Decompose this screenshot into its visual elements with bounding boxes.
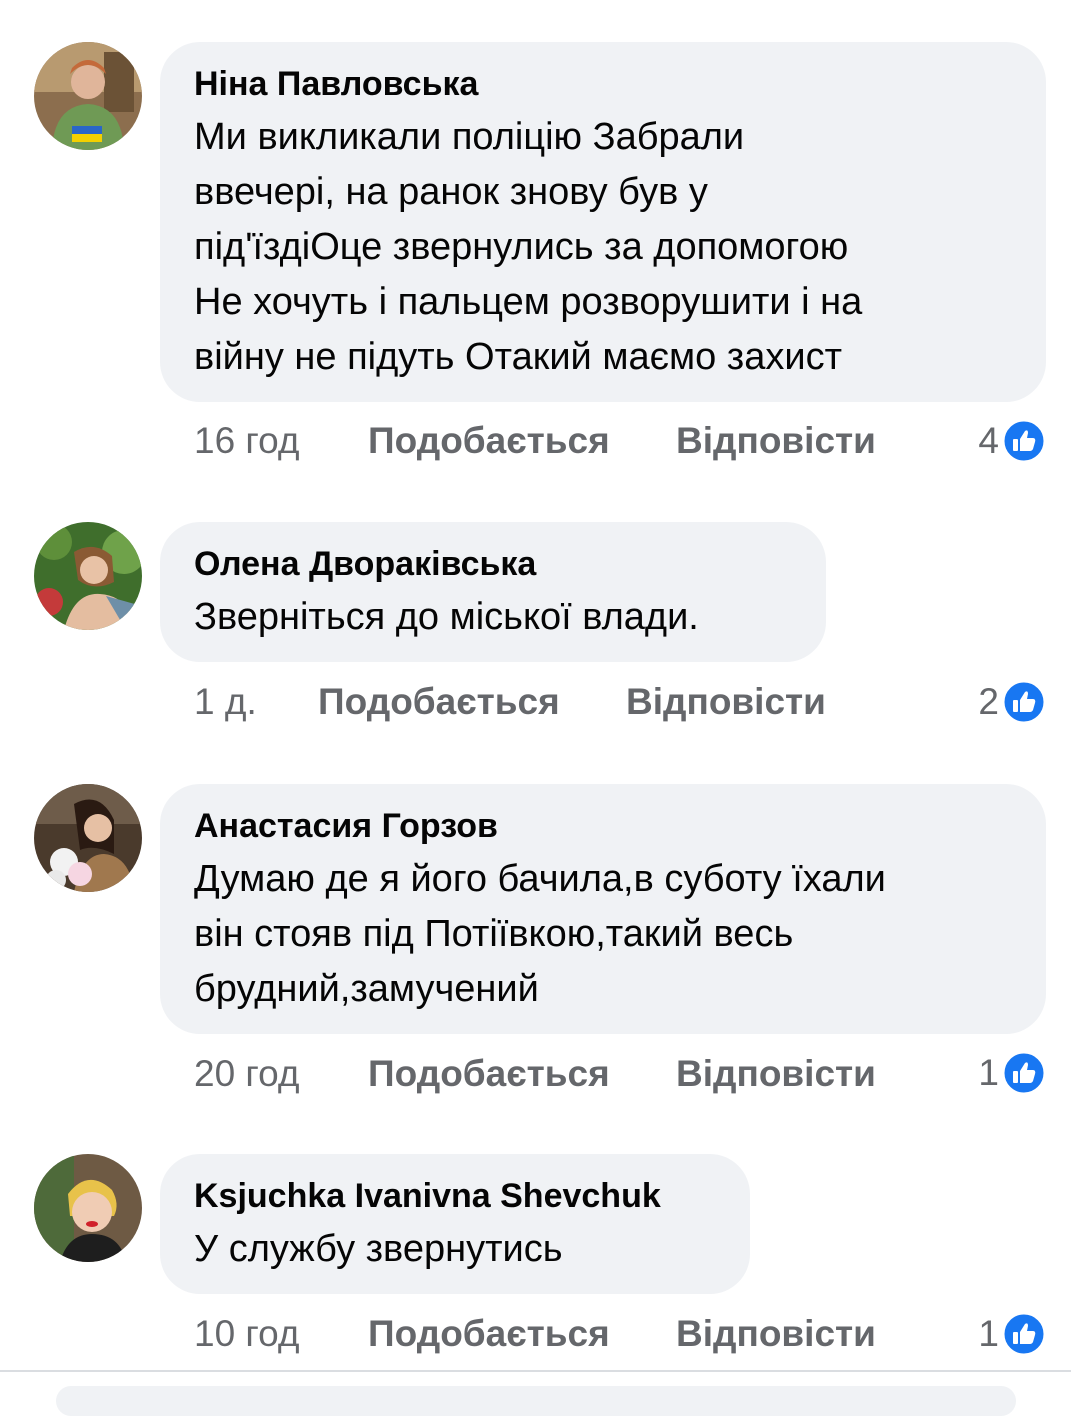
comment-text-line: війну не підуть Отакий маємо захист <box>194 336 842 378</box>
comment-text-line: брудний,замучений <box>194 968 539 1010</box>
comment-text-line: Ми викликали поліцію Забрали <box>194 116 745 158</box>
comment-text-line: У службу звернутись <box>194 1228 563 1270</box>
reaction-summary[interactable]: 1 <box>978 1311 1047 1357</box>
comment-text-line: ввечері, на ранок знову був у <box>194 171 708 213</box>
comment-timestamp[interactable]: 16 год <box>194 420 368 462</box>
comment-input-edge[interactable] <box>56 1386 1016 1416</box>
comment-text-line: Не хочуть і пальцем розворушити і на <box>194 281 863 323</box>
comment-bubble: Ksjuchka Ivanivna Shevchuk У службу звер… <box>160 1154 750 1294</box>
reaction-summary[interactable]: 4 <box>978 418 1047 464</box>
avatar[interactable] <box>34 1154 142 1262</box>
reaction-summary[interactable]: 2 <box>978 679 1047 725</box>
comment-bubble: Анастасия Горзов Думаю де я його бачила,… <box>160 784 1046 1034</box>
like-button[interactable]: Подобається <box>368 1053 676 1095</box>
comment-text: У службу звернутись <box>194 1222 716 1277</box>
comment-actions: 1 д. Подобається Відповісти <box>194 681 826 723</box>
comment-bubble: Ніна Павловська Ми викликали поліцію Заб… <box>160 42 1046 402</box>
comment-timestamp[interactable]: 20 год <box>194 1053 368 1095</box>
comment-author[interactable]: Олена Дворaківська <box>194 542 792 586</box>
reaction-count: 2 <box>978 681 999 722</box>
like-icon <box>1001 418 1047 464</box>
like-icon <box>1001 1311 1047 1357</box>
comment-actions: 10 год Подобається Відповісти <box>194 1313 876 1355</box>
reaction-summary[interactable]: 1 <box>978 1050 1047 1096</box>
like-button[interactable]: Подобається <box>368 1313 676 1355</box>
comment-actions: 20 год Подобається Відповісти <box>194 1053 876 1095</box>
comment-author[interactable]: Ksjuchka Ivanivna Shevchuk <box>194 1174 716 1218</box>
comment-actions: 16 год Подобається Відповісти <box>194 420 876 462</box>
comment-bubble: Олена Дворaківська Зверніться до міської… <box>160 522 826 662</box>
comment-text: Ми викликали поліцію Забрали ввечері, на… <box>194 110 1012 385</box>
comment-author[interactable]: Ніна Павловська <box>194 62 1012 106</box>
avatar[interactable] <box>34 784 142 892</box>
like-icon <box>1001 1050 1047 1096</box>
comment-text-line: Зверніться до міської влади. <box>194 596 699 638</box>
reply-button[interactable]: Відповісти <box>626 681 826 723</box>
comment-text: Думаю де я його бачила,в суботу їхали ві… <box>194 852 1012 1017</box>
avatar[interactable] <box>34 42 142 150</box>
comment-text-line: Думаю де я його бачила,в суботу їхали <box>194 858 886 900</box>
like-icon <box>1001 679 1047 725</box>
reply-button[interactable]: Відповісти <box>676 1053 876 1095</box>
reaction-count: 1 <box>978 1313 999 1354</box>
reaction-count: 4 <box>978 420 999 461</box>
comment-timestamp[interactable]: 10 год <box>194 1313 368 1355</box>
divider <box>0 1370 1071 1372</box>
comment-text: Зверніться до міської влади. <box>194 590 792 645</box>
reply-button[interactable]: Відповісти <box>676 1313 876 1355</box>
comment-text-line: під'їздіОце звернулись за допомогою <box>194 226 849 268</box>
comment-author[interactable]: Анастасия Горзов <box>194 804 1012 848</box>
like-button[interactable]: Подобається <box>368 420 676 462</box>
comment-timestamp[interactable]: 1 д. <box>194 681 318 723</box>
avatar[interactable] <box>34 522 142 630</box>
reaction-count: 1 <box>978 1052 999 1093</box>
like-button[interactable]: Подобається <box>318 681 626 723</box>
comment-text-line: він стояв під Потіївкою,такий весь <box>194 913 794 955</box>
reply-button[interactable]: Відповісти <box>676 420 876 462</box>
